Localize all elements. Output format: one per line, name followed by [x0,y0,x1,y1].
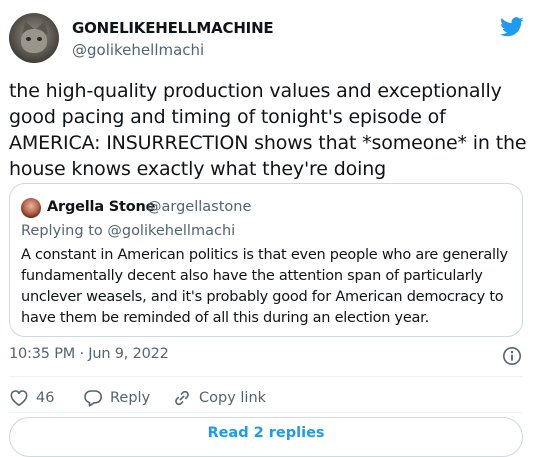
cat-eye-left [26,37,31,41]
replying-to-mention: @golikehellmachi [107,223,236,239]
embedded-tweet-card: GONELIKEHELLMACHINE @golikehellmachi the… [0,0,547,457]
info-icon[interactable] [502,346,522,366]
like-count: 46 [36,390,55,406]
reply-button[interactable]: Reply [83,387,150,409]
author-avatar[interactable] [9,13,59,63]
replying-to-prefix: Replying to [21,223,108,239]
tweet-text: the high-quality production values and e… [9,80,527,180]
like-button[interactable]: 46 [9,387,54,409]
link-icon [175,390,189,406]
read-replies-button[interactable]: Read 2 replies [9,417,523,457]
divider [9,376,523,377]
divider [9,412,523,413]
cat-face [21,29,47,53]
copy-link-label: Copy link [199,390,267,406]
quoted-tweet[interactable]: Argella Stone @argellastone Replying to … [9,183,523,337]
author-handle[interactable]: @golikehellmachi [72,41,204,59]
twitter-bird-icon[interactable] [500,17,524,37]
tweet-timestamp[interactable]: 10:35 PM · Jun 9, 2022 [9,346,169,362]
cat-eye-right [37,37,42,41]
author-display-name[interactable]: GONELIKEHELLMACHINE [72,19,274,37]
replying-to-line: Replying to @golikehellmachi [21,223,235,239]
quoted-author-display-name: Argella Stone [47,199,156,215]
quoted-author-handle: @argellastone [147,199,252,215]
reply-bubble-icon [84,390,102,407]
heart-icon [10,390,28,406]
copy-link-button[interactable]: Copy link [172,387,266,409]
quoted-author-avatar [21,198,41,218]
quoted-tweet-text: A constant in American politics is that … [21,247,508,326]
reply-label: Reply [110,390,151,406]
